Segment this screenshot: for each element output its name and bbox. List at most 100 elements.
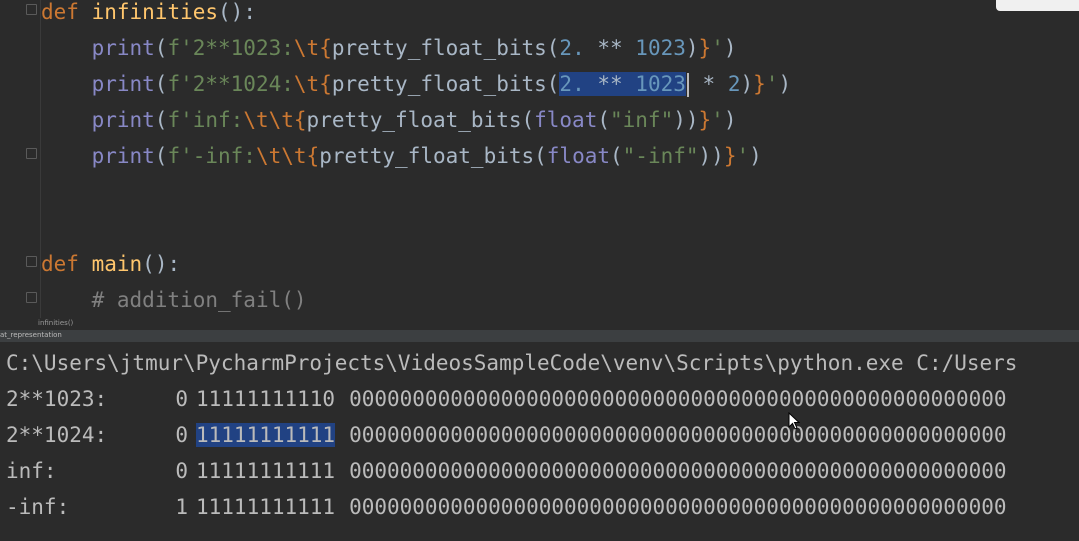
code-token: (: [154, 108, 168, 132]
code-token: ': [711, 108, 724, 132]
code-token: "-inf": [622, 144, 699, 168]
code-token: main: [91, 252, 143, 276]
code-line[interactable]: def infinities():: [41, 0, 256, 27]
console-command: C:\Users\jtmur\PycharmProjects\VideosSam…: [6, 351, 1018, 375]
code-token: float: [534, 108, 598, 132]
code-token: (: [154, 144, 168, 168]
sign-bit: 1: [175, 495, 188, 519]
code-line[interactable]: print(f'2**1024:\t{pretty_float_bits(2. …: [41, 69, 791, 99]
exponent-bits: 11111111111: [196, 423, 336, 447]
code-token: print: [91, 72, 155, 96]
breadcrumb-label[interactable]: infinities(): [38, 319, 73, 327]
code-token: {: [306, 144, 320, 168]
code-line[interactable]: # addition_fail(): [41, 285, 307, 315]
code-token: "inf": [610, 108, 674, 132]
code-token: )): [698, 144, 724, 168]
exponent-bits: 11111111111: [196, 495, 336, 519]
code-token: 1023: [635, 36, 686, 60]
code-token: (: [154, 36, 168, 60]
run-tab-label[interactable]: at_representation: [0, 331, 62, 339]
mantissa-bits: 0000000000000000000000000000000000000000…: [349, 459, 1007, 483]
code-line[interactable]: print(f'2**1023:\t{pretty_float_bits(2. …: [41, 33, 737, 63]
text-caret: [686, 73, 689, 97]
code-token: f'2**1023:: [167, 36, 294, 60]
code-token: }: [698, 108, 712, 132]
sign-bit: 0: [175, 423, 188, 447]
code-line[interactable]: print(f'inf:\t\t{pretty_float_bits(float…: [41, 105, 737, 135]
output-label: -inf:: [6, 495, 70, 519]
fold-icon[interactable]: [26, 148, 37, 159]
code-token: {: [319, 72, 332, 96]
code-token: \t: [293, 36, 320, 60]
code-token: ): [723, 36, 737, 60]
code-token: )): [673, 108, 699, 132]
code-token: pretty_float_bits(: [331, 72, 560, 96]
console-output-row: -inf: 1 11111111111 00000000000000000000000…: [6, 490, 1007, 524]
sign-bit: 0: [175, 459, 188, 483]
code-token: def: [41, 252, 79, 276]
code-token: \t: [293, 72, 320, 96]
run-tool-window-tab[interactable]: at_representation: [0, 330, 1079, 342]
code-token: ': [711, 36, 724, 60]
code-token: pretty_float_bits(: [331, 36, 560, 60]
code-token: print: [91, 108, 155, 132]
code-token: pretty_float_bits(: [306, 108, 535, 132]
code-token: *: [689, 72, 728, 96]
code-token: ): [778, 72, 792, 96]
sign-bit: 0: [175, 387, 188, 411]
code-token: f'-inf:: [167, 144, 256, 168]
mantissa-bits: 0000000000000000000000000000000000000000…: [349, 387, 1007, 411]
exponent-bits: 11111111111: [196, 459, 336, 483]
code-line[interactable]: print(f'-inf:\t\t{pretty_float_bits(floa…: [41, 141, 762, 171]
code-token: }: [698, 36, 712, 60]
code-token: float: [546, 144, 610, 168]
code-line[interactable]: def main():: [41, 249, 180, 279]
console-output-row: 2**1023: 0 11111111110 00000000000000000000…: [6, 382, 1007, 416]
output-label: 2**1024:: [6, 423, 108, 447]
code-token: (: [610, 144, 623, 168]
fold-icon[interactable]: [26, 4, 37, 15]
code-token: 2: [727, 72, 741, 96]
code-token: ': [765, 72, 779, 96]
code-token: f'2**1024:: [167, 72, 294, 96]
code-token: # addition_fail(): [91, 288, 307, 312]
output-label: 2**1023:: [6, 387, 108, 411]
code-token: f'inf:: [167, 108, 244, 132]
mantissa-bits: 0000000000000000000000000000000000000000…: [349, 423, 1007, 447]
code-token: }: [753, 72, 766, 96]
output-label: inf:: [6, 459, 57, 483]
code-token: ): [740, 72, 754, 96]
code-token: 2.: [559, 36, 585, 60]
exponent-bits: 11111111110: [196, 387, 336, 411]
code-token: {: [293, 108, 307, 132]
code-token: \t\t: [243, 108, 294, 132]
fold-icon[interactable]: [26, 256, 37, 267]
fold-icon[interactable]: [26, 292, 37, 303]
selected-code-token: 2.: [559, 72, 585, 96]
console-output-row: 2**1024: 0 11111111111 00000000000000000000…: [6, 418, 1007, 452]
code-token: ): [723, 108, 737, 132]
code-token: infinities: [91, 0, 219, 24]
code-token: (: [154, 72, 168, 96]
code-token: }: [723, 144, 737, 168]
code-token: ): [685, 36, 699, 60]
breadcrumb[interactable]: infinities(): [0, 318, 1079, 330]
run-console[interactable]: C:\Users\jtmur\PycharmProjects\VideosSam…: [0, 342, 1079, 541]
code-token: print: [91, 144, 155, 168]
code-token: pretty_float_bits(: [319, 144, 547, 168]
floating-popup: [996, 0, 1079, 11]
code-token: ): [749, 144, 762, 168]
code-token: {: [319, 36, 332, 60]
code-token: def: [41, 0, 79, 24]
mouse-cursor-icon: [788, 412, 800, 430]
code-token: ():: [218, 0, 256, 24]
code-token: \t\t: [255, 144, 307, 168]
console-output-row: inf: 0 11111111111 000000000000000000000000…: [6, 454, 1007, 488]
code-editor[interactable]: def infinities(): print(f'2**1023:\t{pre…: [0, 0, 1079, 318]
